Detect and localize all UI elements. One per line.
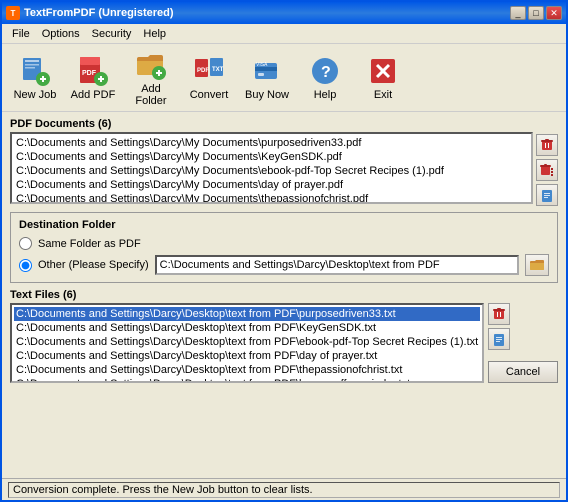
same-folder-row: Same Folder as PDF xyxy=(19,237,549,250)
status-bar: Conversion complete. Press the New Job b… xyxy=(2,478,566,500)
menu-bar: File Options Security Help xyxy=(2,24,566,44)
list-item[interactable]: C:\Documents and Settings\Darcy\My Docum… xyxy=(14,150,529,164)
view-txt-button[interactable] xyxy=(488,328,510,350)
other-folder-radio[interactable] xyxy=(19,259,32,272)
app-icon: T xyxy=(6,6,20,20)
convert-button[interactable]: PDF TXT Convert xyxy=(182,49,236,107)
toolbar: New Job PDF Add PDF xyxy=(2,44,566,112)
buy-now-label: Buy Now xyxy=(245,89,289,101)
pdf-listbox-container: C:\Documents and Settings\Darcy\My Docum… xyxy=(10,132,558,206)
text-list-buttons xyxy=(488,303,558,350)
status-panel: Conversion complete. Press the New Job b… xyxy=(8,482,560,498)
other-folder-row: Other (Please Specify) xyxy=(19,254,549,276)
remove-txt-button[interactable] xyxy=(488,303,510,325)
same-folder-radio[interactable] xyxy=(19,237,32,250)
list-item[interactable]: C:\Documents and Settings\Darcy\Desktop\… xyxy=(14,307,480,321)
title-bar: T TextFromPDF (Unregistered) _ □ ✕ xyxy=(2,2,566,24)
view-pdf-button[interactable] xyxy=(536,184,558,206)
new-job-label: New Job xyxy=(14,89,57,101)
main-content: PDF Documents (6) C:\Documents and Setti… xyxy=(2,112,566,478)
list-item[interactable]: C:\Documents and Settings\Darcy\My Docum… xyxy=(14,192,529,204)
text-files-wrapper: Text Files (6) C:\Documents and Settings… xyxy=(10,289,558,383)
svg-text:TXT: TXT xyxy=(212,67,224,73)
list-item[interactable]: C:\Documents and Settings\Darcy\Desktop\… xyxy=(14,377,480,383)
help-label: Help xyxy=(314,89,337,101)
new-job-icon xyxy=(19,55,51,87)
destination-section: Destination Folder Same Folder as PDF Ot… xyxy=(10,212,558,283)
close-button[interactable]: ✕ xyxy=(546,6,562,20)
list-item[interactable]: C:\Documents and Settings\Darcy\My Docum… xyxy=(14,178,529,192)
menu-help[interactable]: Help xyxy=(137,26,172,42)
window-title: TextFromPDF (Unregistered) xyxy=(24,7,174,19)
svg-text:PDF: PDF xyxy=(82,70,97,77)
pdf-listbox[interactable]: C:\Documents and Settings\Darcy\My Docum… xyxy=(10,132,533,204)
add-folder-label: Add Folder xyxy=(127,83,175,107)
menu-options[interactable]: Options xyxy=(36,26,86,42)
new-job-button[interactable]: New Job xyxy=(8,49,62,107)
svg-text:?: ? xyxy=(321,64,331,81)
help-icon: ? xyxy=(309,55,341,87)
remove-pdf-button[interactable] xyxy=(536,134,558,156)
buy-now-button[interactable]: VISA Buy Now xyxy=(240,49,294,107)
destination-path-input[interactable] xyxy=(155,255,519,275)
exit-label: Exit xyxy=(374,89,392,101)
svg-text:VISA: VISA xyxy=(256,62,268,68)
text-files-listbox[interactable]: C:\Documents and Settings\Darcy\Desktop\… xyxy=(10,303,484,383)
other-folder-label[interactable]: Other (Please Specify) xyxy=(38,259,149,271)
text-files-row: C:\Documents and Settings\Darcy\Desktop\… xyxy=(10,303,558,383)
buy-now-icon: VISA xyxy=(251,55,283,87)
same-folder-label[interactable]: Same Folder as PDF xyxy=(38,238,141,250)
remove-all-pdf-button[interactable] xyxy=(536,159,558,181)
destination-label: Destination Folder xyxy=(19,219,549,231)
status-text: Conversion complete. Press the New Job b… xyxy=(13,484,313,496)
list-item[interactable]: C:\Documents and Settings\Darcy\Desktop\… xyxy=(14,349,480,363)
menu-file[interactable]: File xyxy=(6,26,36,42)
text-files-label: Text Files (6) xyxy=(10,289,558,301)
list-item[interactable]: C:\Documents and Settings\Darcy\Desktop\… xyxy=(14,335,480,349)
browse-folder-button[interactable] xyxy=(525,254,549,276)
title-bar-controls: _ □ ✕ xyxy=(510,6,562,20)
cancel-container: Cancel xyxy=(488,361,558,383)
list-item[interactable]: C:\Documents and Settings\Darcy\My Docum… xyxy=(14,136,529,150)
add-pdf-button[interactable]: PDF Add PDF xyxy=(66,49,120,107)
exit-button[interactable]: Exit xyxy=(356,49,410,107)
maximize-button[interactable]: □ xyxy=(528,6,544,20)
convert-icon: PDF TXT xyxy=(193,55,225,87)
pdf-documents-section: PDF Documents (6) C:\Documents and Setti… xyxy=(10,118,558,206)
convert-label: Convert xyxy=(190,89,229,101)
add-folder-button[interactable]: Add Folder xyxy=(124,49,178,107)
add-pdf-label: Add PDF xyxy=(71,89,116,101)
add-folder-icon xyxy=(135,49,167,81)
exit-icon xyxy=(367,55,399,87)
title-bar-left: T TextFromPDF (Unregistered) xyxy=(6,6,174,20)
cancel-button[interactable]: Cancel xyxy=(488,361,558,383)
minimize-button[interactable]: _ xyxy=(510,6,526,20)
help-button[interactable]: ? Help xyxy=(298,49,352,107)
pdf-list-buttons xyxy=(536,132,558,206)
list-item[interactable]: C:\Documents and Settings\Darcy\Desktop\… xyxy=(14,363,480,377)
pdf-documents-label: PDF Documents (6) xyxy=(10,118,558,130)
list-item[interactable]: C:\Documents and Settings\Darcy\My Docum… xyxy=(14,164,529,178)
add-pdf-icon: PDF xyxy=(77,55,109,87)
list-item[interactable]: C:\Documents and Settings\Darcy\Desktop\… xyxy=(14,321,480,335)
text-list-right: Cancel xyxy=(488,303,558,383)
main-window: T TextFromPDF (Unregistered) _ □ ✕ File … xyxy=(0,0,568,502)
menu-security[interactable]: Security xyxy=(86,26,138,42)
svg-text:PDF: PDF xyxy=(197,68,209,74)
